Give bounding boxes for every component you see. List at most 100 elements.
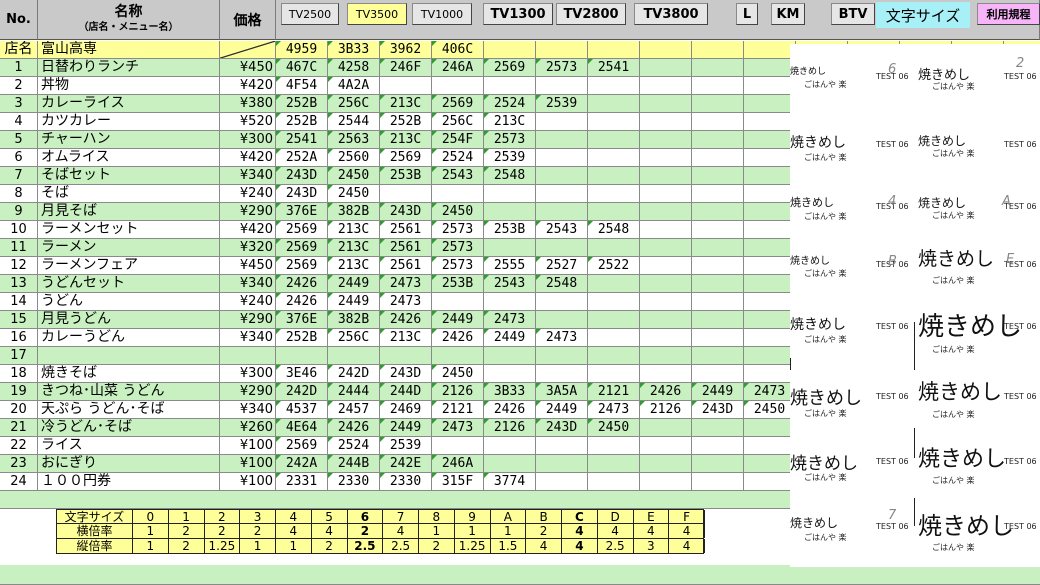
code-cell[interactable] — [744, 131, 796, 148]
code-cell[interactable] — [692, 455, 744, 472]
code-cell[interactable] — [640, 203, 692, 220]
code-cell[interactable] — [588, 365, 640, 382]
code-cell[interactable]: 2126 — [640, 401, 692, 418]
menu-name[interactable]: カレーうどん — [38, 329, 220, 346]
code-cell[interactable]: 2569 — [276, 221, 328, 238]
code-cell[interactable] — [640, 455, 692, 472]
code-cell[interactable] — [640, 149, 692, 166]
code-cell[interactable]: 2426 — [276, 293, 328, 310]
code-cell[interactable] — [692, 167, 744, 184]
code-cell[interactable] — [692, 347, 744, 364]
code-cell[interactable] — [640, 131, 692, 148]
code-cell[interactable] — [536, 41, 588, 58]
code-cell[interactable]: 213C — [380, 329, 432, 346]
menu-name[interactable]: 月見そば — [38, 203, 220, 220]
menu-name[interactable]: オムライス — [38, 149, 220, 166]
code-cell[interactable]: 253B — [380, 167, 432, 184]
code-cell[interactable]: 243D — [276, 185, 328, 202]
code-cell[interactable]: 2573 — [536, 59, 588, 76]
menu-name[interactable]: 丼物 — [38, 77, 220, 94]
menu-name[interactable]: ラーメンフェア — [38, 257, 220, 274]
code-cell[interactable]: 252A — [276, 149, 328, 166]
code-cell[interactable] — [640, 347, 692, 364]
code-cell[interactable] — [692, 329, 744, 346]
menu-price[interactable]: ¥300 — [220, 131, 276, 148]
menu-name[interactable]: 天ぷら うどん･そば — [38, 401, 220, 418]
code-cell[interactable] — [744, 473, 796, 490]
code-cell[interactable] — [640, 419, 692, 436]
menu-name[interactable]: そばセット — [38, 167, 220, 184]
code-cell[interactable]: 252B — [276, 95, 328, 112]
code-cell[interactable]: 2569 — [276, 437, 328, 454]
code-cell[interactable]: 2539 — [484, 149, 536, 166]
menu-price[interactable]: ¥290 — [220, 383, 276, 400]
code-cell[interactable] — [588, 167, 640, 184]
code-cell[interactable] — [536, 239, 588, 256]
code-cell[interactable] — [536, 203, 588, 220]
code-cell[interactable]: 2555 — [484, 257, 536, 274]
menu-price[interactable]: ¥240 — [220, 185, 276, 202]
code-cell[interactable] — [588, 437, 640, 454]
code-cell[interactable] — [380, 347, 432, 364]
code-cell[interactable] — [640, 365, 692, 382]
code-cell[interactable] — [276, 347, 328, 364]
code-cell[interactable] — [744, 113, 796, 130]
code-cell[interactable]: 2524 — [328, 437, 380, 454]
code-cell[interactable]: 2449 — [484, 329, 536, 346]
code-cell[interactable]: 406C — [432, 41, 484, 58]
code-cell[interactable]: 2473 — [588, 401, 640, 418]
menu-name[interactable]: おにぎり — [38, 455, 220, 472]
code-cell[interactable]: 2426 — [640, 383, 692, 400]
code-cell[interactable]: 2426 — [484, 401, 536, 418]
code-cell[interactable] — [328, 347, 380, 364]
code-cell[interactable]: 2543 — [432, 167, 484, 184]
code-cell[interactable] — [640, 293, 692, 310]
code-cell[interactable] — [640, 77, 692, 94]
code-cell[interactable] — [588, 131, 640, 148]
code-cell[interactable]: 2449 — [328, 293, 380, 310]
code-cell[interactable]: 256C — [328, 95, 380, 112]
code-cell[interactable]: 2541 — [276, 131, 328, 148]
code-cell[interactable]: 213C — [328, 221, 380, 238]
code-cell[interactable]: 2473 — [380, 275, 432, 292]
code-cell[interactable] — [640, 239, 692, 256]
code-cell[interactable] — [692, 203, 744, 220]
code-cell[interactable]: 2473 — [484, 311, 536, 328]
code-cell[interactable] — [588, 203, 640, 220]
code-cell[interactable]: 315F — [432, 473, 484, 490]
code-cell[interactable]: 254F — [432, 131, 484, 148]
menu-price[interactable]: ¥240 — [220, 293, 276, 310]
code-cell[interactable]: 252B — [276, 113, 328, 130]
code-cell[interactable] — [744, 185, 796, 202]
code-cell[interactable] — [380, 185, 432, 202]
code-cell[interactable] — [744, 275, 796, 292]
code-cell[interactable] — [744, 203, 796, 220]
code-cell[interactable] — [484, 365, 536, 382]
code-cell[interactable]: 3962 — [380, 41, 432, 58]
code-cell[interactable] — [692, 293, 744, 310]
code-cell[interactable] — [692, 311, 744, 328]
code-cell[interactable] — [692, 149, 744, 166]
code-cell[interactable]: 2569 — [276, 257, 328, 274]
code-cell[interactable]: 2561 — [380, 221, 432, 238]
code-cell[interactable] — [588, 239, 640, 256]
code-cell[interactable] — [588, 347, 640, 364]
code-cell[interactable] — [640, 167, 692, 184]
code-cell[interactable]: 467C — [276, 59, 328, 76]
code-cell[interactable]: 2469 — [380, 401, 432, 418]
code-cell[interactable]: 246A — [432, 59, 484, 76]
code-cell[interactable]: 2561 — [380, 257, 432, 274]
code-cell[interactable] — [744, 77, 796, 94]
code-cell[interactable]: 4A2A — [328, 77, 380, 94]
menu-name[interactable]: ライス — [38, 437, 220, 454]
code-cell[interactable]: 246A — [432, 455, 484, 472]
code-cell[interactable]: 244D — [380, 383, 432, 400]
code-cell[interactable]: 2473 — [536, 329, 588, 346]
code-cell[interactable] — [588, 455, 640, 472]
code-cell[interactable]: 2573 — [484, 131, 536, 148]
menu-price[interactable]: ¥100 — [220, 473, 276, 490]
menu-name[interactable]: カツカレー — [38, 113, 220, 130]
code-cell[interactable]: 376E — [276, 311, 328, 328]
code-cell[interactable] — [536, 131, 588, 148]
code-cell[interactable]: 246F — [380, 59, 432, 76]
